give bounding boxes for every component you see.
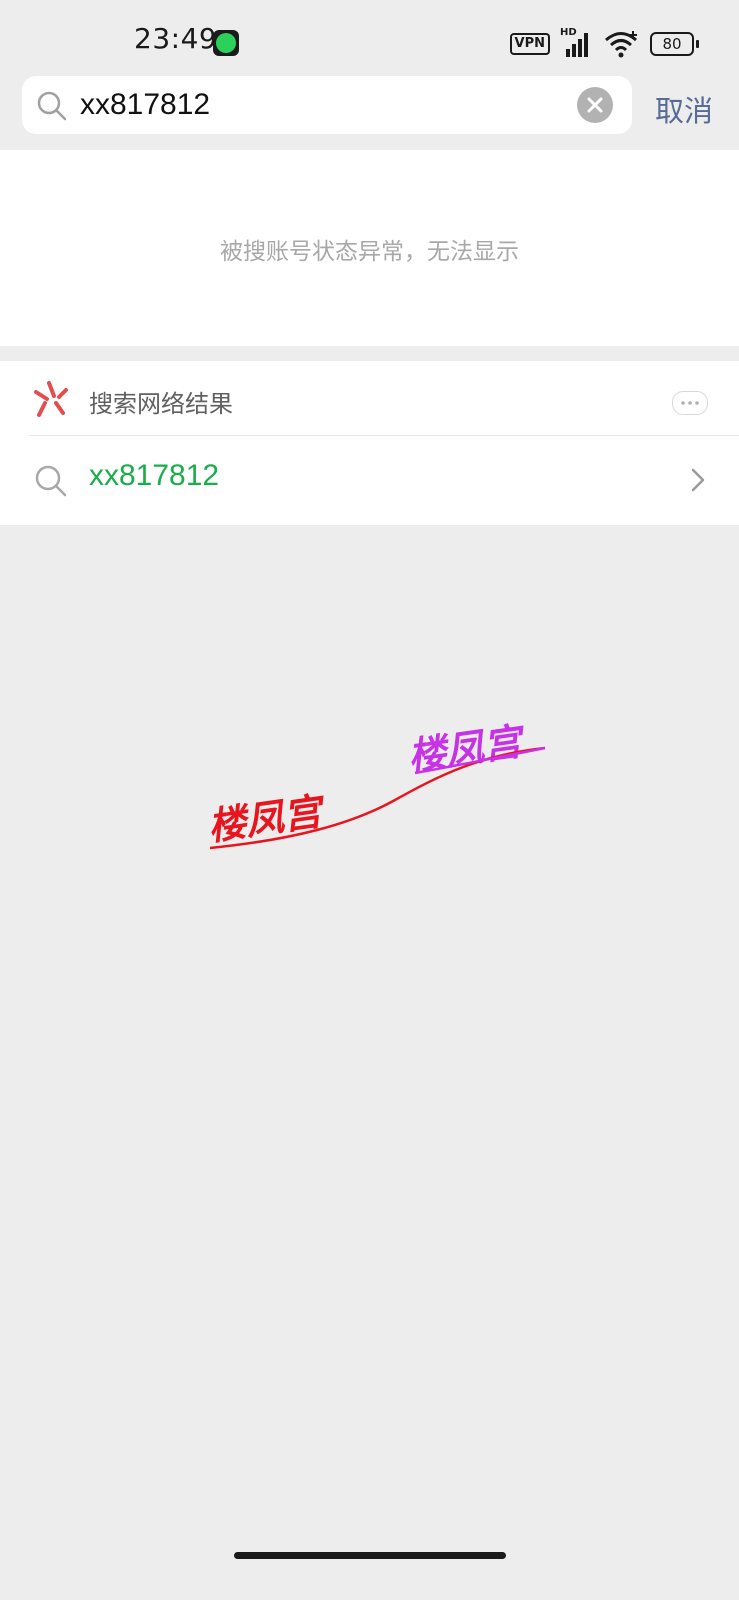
- web-search-title: 搜索网络结果: [89, 390, 233, 418]
- status-bar: 23:49 VPN HD 80: [0, 0, 739, 80]
- search-icon: [34, 464, 68, 502]
- vpn-badge: VPN: [509, 33, 550, 55]
- account-abnormal-message: 被搜账号状态异常，无法显示: [220, 239, 519, 265]
- search-logo-icon: [32, 380, 70, 422]
- watermark-overlay: 楼凤宫 楼凤宫: [200, 705, 560, 874]
- status-indicators: VPN HD 80: [509, 27, 699, 61]
- close-icon: [587, 97, 603, 113]
- watermark-text-right: 楼凤宫: [405, 719, 529, 779]
- status-time: 23:49: [134, 22, 218, 55]
- search-bar[interactable]: [22, 76, 632, 134]
- wifi-icon: [604, 29, 640, 59]
- clear-search-button[interactable]: [577, 87, 613, 123]
- web-result-label: xx817812: [89, 459, 220, 492]
- app-notification-icon: [213, 30, 239, 56]
- web-result-item[interactable]: xx817812: [0, 436, 739, 525]
- web-search-card: 搜索网络结果 xx817812: [0, 361, 739, 525]
- chevron-right-icon: [690, 467, 706, 497]
- ellipsis-icon: [681, 401, 699, 405]
- signal-icon: HD: [560, 27, 594, 59]
- battery-icon: 80: [650, 32, 699, 56]
- cancel-button[interactable]: 取消: [655, 88, 713, 130]
- more-options-button[interactable]: [672, 391, 708, 415]
- web-search-header: 搜索网络结果: [0, 361, 739, 435]
- search-input[interactable]: [80, 83, 570, 127]
- battery-level: 80: [650, 32, 694, 56]
- home-indicator[interactable]: [234, 1552, 506, 1559]
- search-icon: [36, 90, 68, 126]
- account-notice-card: 被搜账号状态异常，无法显示: [0, 150, 739, 346]
